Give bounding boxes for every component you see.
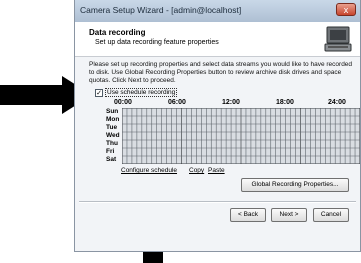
page-title: Data recording [89,28,146,37]
cancel-button[interactable]: Cancel [313,208,349,222]
window-title: Camera Setup Wizard - [admin@localhost] [80,5,242,15]
wizard-header: Data recording Set up data recording fea… [75,22,360,57]
hour-label: 24:00 [328,99,346,106]
wizard-window: Camera Setup Wizard - [admin@localhost] … [74,0,361,252]
instructions-text: Please set up recording properties and s… [89,61,353,84]
back-button[interactable]: < Back [230,208,266,222]
use-schedule-checkbox[interactable]: ✓ [95,89,103,97]
day-label: Mon [106,116,120,123]
day-label: Thu [106,140,118,147]
page-subtitle: Set up data recording feature properties [95,39,219,46]
hour-label: 18:00 [276,99,294,106]
configure-schedule-link[interactable]: Configure schedule [121,167,177,174]
hour-label: 12:00 [222,99,240,106]
day-label: Fri [106,148,115,155]
day-label: Tue [106,124,118,131]
day-label: Wed [106,132,120,139]
use-schedule-label[interactable]: Use schedule recording [105,88,178,97]
title-bar: Camera Setup Wizard - [admin@localhost] … [75,0,360,22]
global-recording-properties-button[interactable]: Global Recording Properties... [241,178,349,192]
hour-label: 06:00 [168,99,186,106]
hour-label: 00:00 [114,99,132,106]
schedule-grid[interactable] [122,108,360,164]
copy-link[interactable]: Copy [189,167,204,174]
paste-link[interactable]: Paste [208,167,225,174]
next-button[interactable]: Next > [271,208,307,222]
camera-computer-icon [324,26,352,52]
day-label: Sat [106,156,117,163]
day-label: Sun [106,108,119,115]
divider [79,201,356,203]
close-button[interactable]: x [336,3,356,16]
